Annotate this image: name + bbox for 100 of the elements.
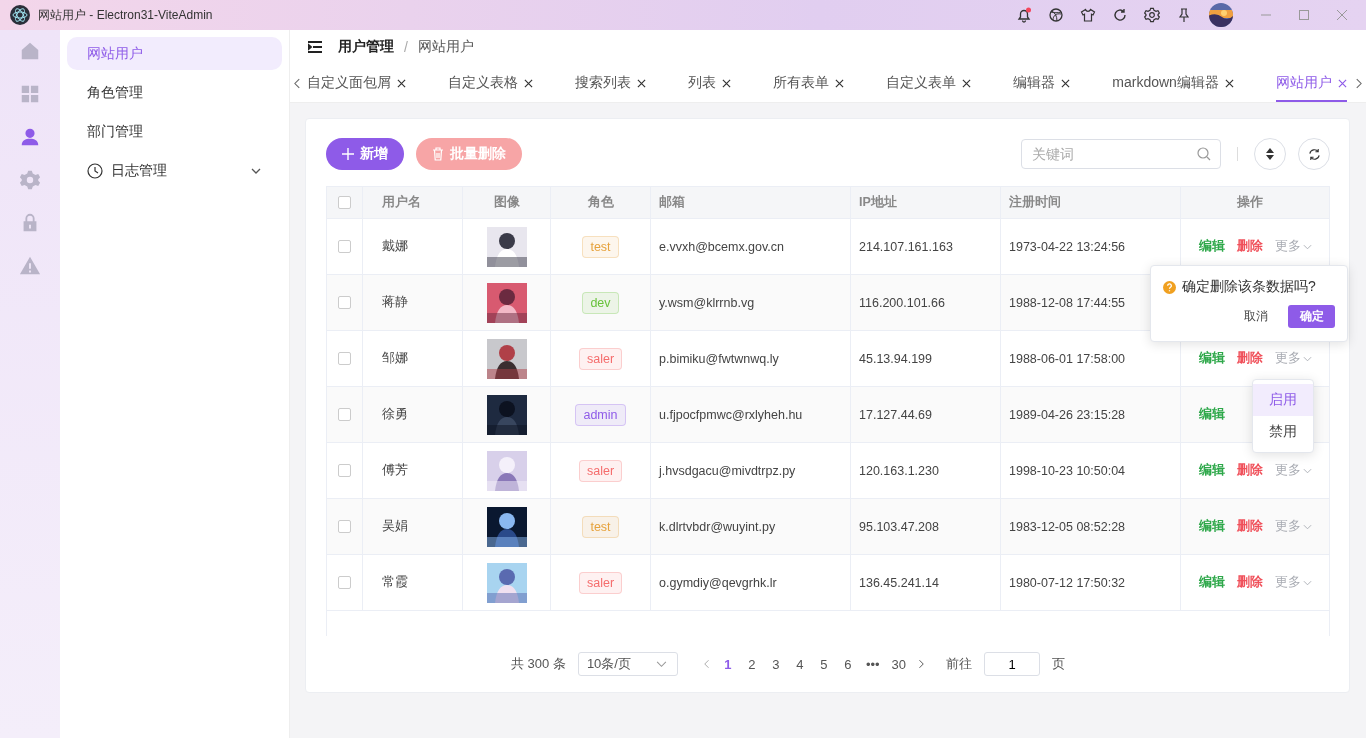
close-icon[interactable] (1061, 78, 1071, 88)
scroll-right-icon[interactable] (1355, 77, 1362, 89)
breadcrumb-separator: / (404, 39, 408, 55)
page-number[interactable]: 5 (817, 656, 830, 672)
delete-link[interactable]: 删除 (1237, 238, 1263, 255)
caret-icon (1303, 243, 1312, 250)
delete-link[interactable]: 删除 (1237, 574, 1263, 591)
tab[interactable]: 自定义面包屑 (307, 64, 406, 102)
close-icon[interactable] (524, 78, 534, 88)
maximize-icon[interactable] (1298, 9, 1310, 21)
table-cell: 17.127.44.69 (851, 387, 1001, 442)
tab[interactable]: 网站用户 (1275, 64, 1347, 102)
trash-icon (432, 147, 444, 161)
caret-icon (1303, 467, 1312, 474)
bell-icon[interactable] (1016, 7, 1032, 23)
app-logo-icon (10, 5, 30, 25)
column-header: 操作 (1236, 194, 1264, 211)
table-cell: 45.13.94.199 (851, 331, 1001, 386)
tab[interactable]: 编辑器 (1013, 64, 1071, 102)
add-button[interactable]: 新增 (326, 138, 404, 170)
table-cell: 常霞 (363, 555, 463, 610)
user-icon[interactable] (19, 126, 41, 148)
close-icon[interactable] (397, 78, 406, 88)
column-header: 图像 (463, 187, 551, 218)
page-number[interactable]: 3 (769, 656, 782, 672)
role-tag: test (582, 515, 619, 538)
close-icon[interactable] (1224, 78, 1234, 88)
caret-icon (1303, 355, 1312, 362)
table-cell: 95.103.47.208 (851, 499, 1001, 554)
close-icon[interactable] (637, 78, 647, 88)
menu-item[interactable]: 网站用户 (67, 37, 282, 70)
row-checkbox[interactable] (338, 576, 351, 589)
dropdown-item[interactable]: 启用 (1253, 384, 1313, 416)
page-number[interactable]: 6 (841, 656, 854, 672)
table-cell: 1998-10-23 10:50:04 (1001, 443, 1181, 498)
table-cell: 徐勇 (363, 387, 463, 442)
breadcrumb-item[interactable]: 用户管理 (338, 38, 394, 56)
tab[interactable]: 自定义表格 (448, 64, 534, 102)
table-cell: 1989-04-26 23:15:28 (1001, 387, 1181, 442)
table-cell: p.bimiku@fwtwnwq.ly (651, 331, 851, 386)
menu-item[interactable]: 日志管理 (67, 154, 282, 187)
row-checkbox[interactable] (338, 296, 351, 309)
search-field[interactable]: 关键词 (1021, 139, 1221, 169)
close-icon[interactable] (962, 78, 972, 88)
page-number[interactable]: 30 (891, 656, 906, 672)
table-cell: e.vvxh@bcemx.gov.cn (651, 219, 851, 274)
goto-page-field[interactable]: 1 (984, 652, 1040, 676)
close-icon[interactable] (835, 78, 845, 88)
cancel-button[interactable]: 取消 (1236, 305, 1276, 328)
column-header: 邮箱 (651, 187, 851, 218)
breadcrumb-item: 网站用户 (417, 38, 474, 56)
refresh-icon[interactable] (1112, 7, 1128, 23)
goto-label: 前往 (946, 655, 972, 673)
confirm-button[interactable]: 确定 (1288, 305, 1335, 328)
scroll-left-icon[interactable] (294, 77, 301, 89)
menu-item[interactable]: 角色管理 (67, 76, 282, 109)
page-number[interactable]: ••• (865, 656, 880, 672)
role-tag: saler (578, 571, 623, 594)
menu-icon[interactable] (308, 41, 322, 53)
table-cell: y.wsm@klrrnb.vg (651, 275, 851, 330)
total-count: 共 300 条 (510, 655, 566, 673)
dropdown-item[interactable]: 禁用 (1253, 416, 1313, 448)
row-checkbox[interactable] (338, 240, 351, 253)
close-icon[interactable] (722, 78, 732, 88)
table-cell: u.fjpocfpmwc@rxlyheh.hu (651, 387, 851, 442)
caret-icon (655, 660, 667, 668)
role-tag: admin (575, 403, 626, 426)
row-checkbox[interactable] (338, 520, 351, 533)
confirm-message: 确定删除该条数据吗? (1182, 278, 1316, 296)
menu-item[interactable]: 部门管理 (67, 115, 282, 148)
column-header: 注册时间 (1001, 187, 1181, 218)
delete-link[interactable]: 删除 (1237, 350, 1263, 367)
row-checkbox[interactable] (338, 408, 351, 421)
tab[interactable]: 搜索列表 (575, 64, 647, 102)
globe-icon[interactable] (1048, 7, 1064, 23)
shirt-icon[interactable] (1080, 7, 1096, 23)
page-number[interactable]: 4 (793, 656, 806, 672)
tab[interactable]: markdown编辑器 (1112, 64, 1234, 102)
question-icon (1163, 280, 1176, 294)
delete-link[interactable]: 删除 (1237, 462, 1263, 479)
table-cell: 116.200.101.66 (851, 275, 1001, 330)
page-number[interactable]: 1 (721, 656, 734, 672)
table-cell: 戴娜 (363, 219, 463, 274)
row-checkbox[interactable] (338, 464, 351, 477)
row-checkbox[interactable] (338, 352, 351, 365)
page-number[interactable]: 2 (745, 656, 758, 672)
plus-icon (342, 148, 354, 160)
pin-icon[interactable] (1176, 7, 1192, 23)
table-cell: k.dlrtvbdr@wuyint.py (651, 499, 851, 554)
tab[interactable]: 列表 (688, 64, 732, 102)
select-all-checkbox[interactable] (338, 196, 351, 209)
tab[interactable]: 自定义表单 (886, 64, 972, 102)
page-size-select[interactable]: 10条/页 (577, 652, 678, 676)
table-cell: o.gymdiy@qevgrhk.lr (651, 555, 851, 610)
window-title: 网站用户 - Electron31-ViteAdmin (38, 6, 213, 24)
next-page-icon[interactable] (918, 659, 924, 669)
table-cell: 120.163.1.230 (851, 443, 1001, 498)
table-cell: j.hvsdgacu@mivdtrpz.py (651, 443, 851, 498)
tab[interactable]: 所有表单 (773, 64, 845, 102)
settings-icon[interactable] (1144, 7, 1160, 23)
